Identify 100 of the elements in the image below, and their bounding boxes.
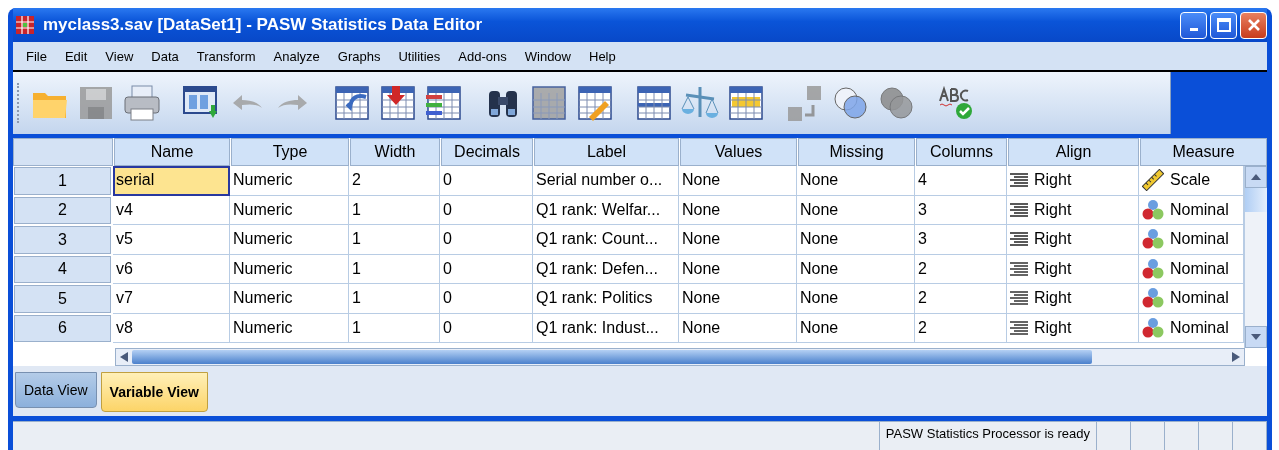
table-cell[interactable]: 0 [440, 195, 533, 225]
table-cell[interactable]: Nominal [1139, 284, 1244, 314]
window-title: myclass3.sav [DataSet1] - PASW Statistics Data Editor [43, 15, 483, 35]
table-cell[interactable]: Right [1007, 225, 1139, 255]
view-tab[interactable]: Variable View [100, 372, 208, 412]
column-header[interactable]: Measure [1140, 138, 1267, 166]
table-cell[interactable]: Nominal [1139, 195, 1244, 225]
menu-item[interactable]: Help [580, 48, 625, 64]
table-cell[interactable]: None [797, 254, 915, 284]
column-header[interactable]: Label [534, 138, 679, 166]
menu-item[interactable]: Analyze [264, 48, 329, 64]
table-cell[interactable]: Right [1007, 195, 1139, 225]
table-cell[interactable]: None [679, 313, 797, 343]
horizontal-scrollbar[interactable] [115, 348, 1245, 366]
cell-text: Nominal [1170, 289, 1229, 308]
table-cell[interactable]: Q1 rank: Count... [533, 225, 679, 255]
table-cell[interactable]: None [797, 166, 915, 196]
scroll-thumb[interactable] [1245, 188, 1267, 212]
menu-item[interactable]: Data [142, 48, 188, 64]
menu-item[interactable]: File [17, 48, 56, 64]
table-cell[interactable]: None [797, 313, 915, 343]
row-header[interactable]: 6 [14, 314, 111, 342]
table-cell[interactable]: 1 [349, 284, 440, 314]
menu-item[interactable]: Window [515, 48, 580, 64]
table-cell[interactable]: Nominal [1139, 313, 1244, 343]
table-cell[interactable]: None [797, 195, 915, 225]
table-cell[interactable]: Numeric [230, 166, 349, 196]
maximize-button[interactable] [1210, 11, 1237, 39]
table-cell[interactable]: 1 [349, 195, 440, 225]
column-header[interactable]: Width [350, 138, 440, 166]
table-cell[interactable]: None [679, 284, 797, 314]
table-cell[interactable]: Right [1007, 254, 1139, 284]
table-cell[interactable]: v7 [113, 284, 230, 314]
table-cell[interactable]: None [679, 195, 797, 225]
menu-item[interactable]: Graphs [328, 48, 390, 64]
table-cell[interactable]: Numeric [230, 284, 349, 314]
table-cell[interactable]: 0 [440, 166, 533, 196]
close-button[interactable] [1240, 11, 1267, 39]
table-cell[interactable]: 0 [440, 284, 533, 314]
table-cell[interactable]: Q1 rank: Welfar... [533, 195, 679, 225]
column-header[interactable]: Decimals [441, 138, 533, 166]
table-cell[interactable]: 0 [440, 313, 533, 343]
column-header[interactable]: Values [680, 138, 797, 166]
table-cell[interactable]: None [679, 254, 797, 284]
menu-item[interactable]: Edit [55, 48, 97, 64]
table-cell[interactable]: Numeric [230, 225, 349, 255]
table-cell[interactable]: 1 [349, 254, 440, 284]
vertical-scrollbar[interactable] [1244, 166, 1267, 348]
column-header[interactable]: Align [1008, 138, 1139, 166]
table-cell[interactable]: 2 [915, 254, 1007, 284]
table-cell[interactable]: 1 [349, 225, 440, 255]
row-header[interactable]: 3 [14, 226, 111, 254]
table-cell[interactable]: Right [1007, 284, 1139, 314]
column-header[interactable]: Name [114, 138, 230, 166]
table-cell[interactable]: serial [113, 166, 230, 196]
table-cell[interactable]: Right [1007, 313, 1139, 343]
table-cell[interactable]: v5 [113, 225, 230, 255]
table-cell[interactable]: 3 [915, 225, 1007, 255]
align-right-icon [1010, 261, 1028, 276]
row-header[interactable]: 1 [14, 167, 111, 195]
row-header[interactable]: 2 [14, 196, 111, 224]
table-cell[interactable]: Scale [1139, 166, 1244, 196]
table-cell[interactable]: Numeric [230, 195, 349, 225]
menu-item[interactable]: Utilities [389, 48, 450, 64]
table-cell[interactable]: 3 [915, 195, 1007, 225]
row-header[interactable]: 5 [14, 285, 111, 313]
table-cell[interactable]: Nominal [1139, 225, 1244, 255]
table-cell[interactable]: 1 [349, 313, 440, 343]
table-cell[interactable]: v8 [113, 313, 230, 343]
minimize-button[interactable] [1180, 11, 1207, 39]
table-cell[interactable]: None [679, 166, 797, 196]
table-cell[interactable]: Serial number o... [533, 166, 679, 196]
table-cell[interactable]: 2 [349, 166, 440, 196]
table-cell[interactable]: Right [1007, 166, 1139, 196]
table-cell[interactable]: None [679, 225, 797, 255]
table-cell[interactable]: 0 [440, 254, 533, 284]
three-balls-icon [1142, 198, 1164, 221]
table-cell[interactable]: Nominal [1139, 254, 1244, 284]
scroll-thumb[interactable] [132, 350, 1092, 364]
menu-item[interactable]: View [96, 48, 143, 64]
table-cell[interactable]: Q1 rank: Politics [533, 284, 679, 314]
table-cell[interactable]: 0 [440, 225, 533, 255]
row-header[interactable]: 4 [14, 255, 111, 283]
menu-item[interactable]: Transform [187, 48, 265, 64]
view-tab[interactable]: Data View [15, 372, 97, 408]
table-cell[interactable]: None [797, 284, 915, 314]
menu-item[interactable]: Add-ons [449, 48, 516, 64]
table-cell[interactable]: Numeric [230, 313, 349, 343]
table-cell[interactable]: v4 [113, 195, 230, 225]
column-header[interactable]: Type [231, 138, 349, 166]
column-header[interactable]: Columns [916, 138, 1007, 166]
table-cell[interactable]: Q1 rank: Defen... [533, 254, 679, 284]
table-cell[interactable]: Q1 rank: Indust... [533, 313, 679, 343]
table-cell[interactable]: 2 [915, 313, 1007, 343]
table-cell[interactable]: None [797, 225, 915, 255]
table-cell[interactable]: v6 [113, 254, 230, 284]
column-header[interactable]: Missing [798, 138, 915, 166]
table-cell[interactable]: 2 [915, 284, 1007, 314]
table-cell[interactable]: Numeric [230, 254, 349, 284]
table-cell[interactable]: 4 [915, 166, 1007, 196]
